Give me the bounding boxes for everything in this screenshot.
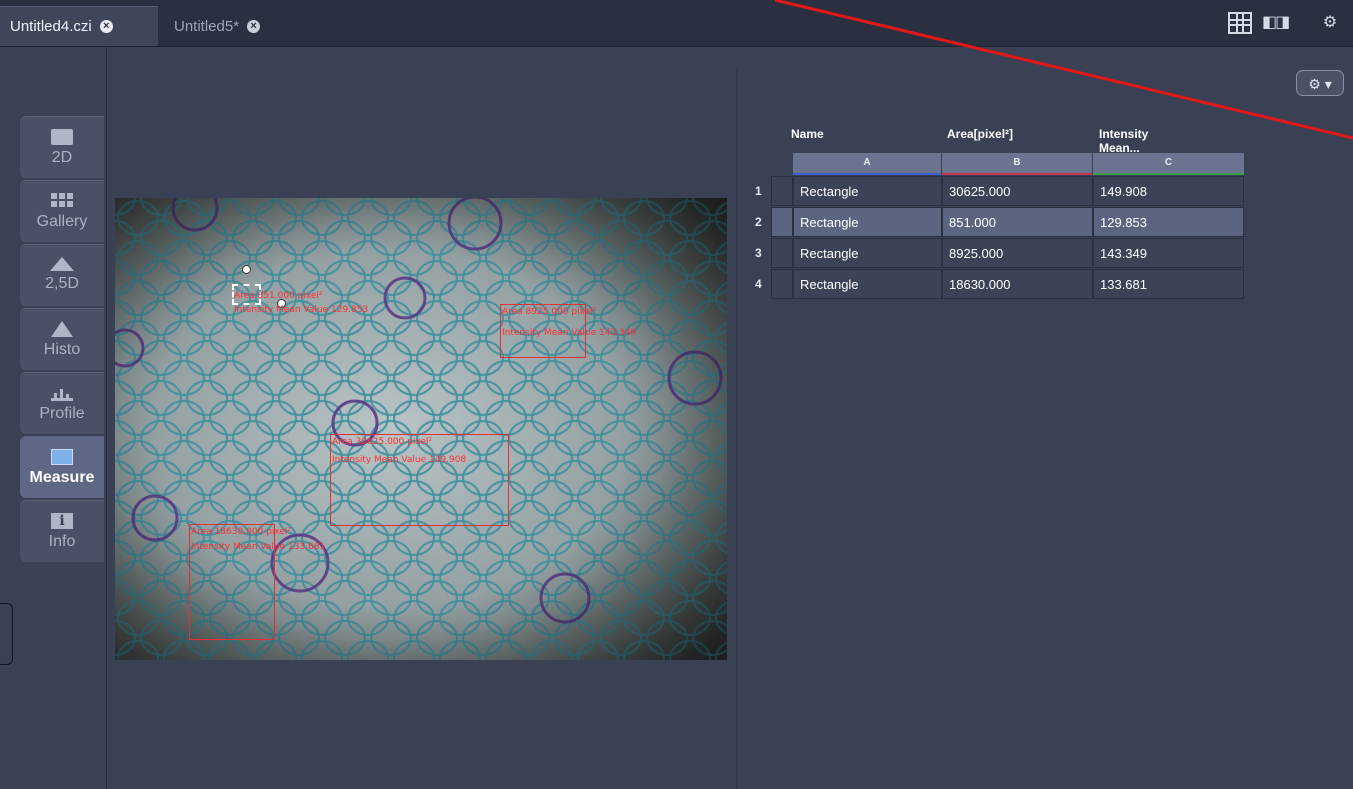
row-number: 2 xyxy=(755,215,762,229)
settings-dropdown-button[interactable]: ⚙ ▾ xyxy=(1296,70,1344,96)
row-number: 1 xyxy=(755,184,762,198)
cell-name[interactable]: Rectangle xyxy=(793,238,942,268)
row-selector[interactable] xyxy=(771,207,793,237)
cell-area[interactable]: 18630.000 xyxy=(942,269,1093,299)
cell-name[interactable]: Rectangle xyxy=(793,269,942,299)
panel-collapse-handle[interactable] xyxy=(0,603,13,665)
gear-icon[interactable]: ⚙ xyxy=(1318,12,1342,34)
table-row[interactable]: 2 Rectangle 851.000 129.853 xyxy=(751,207,1244,237)
roi-label-intensity: Intensity Mean Value 149.908 xyxy=(332,455,467,465)
row-number: 4 xyxy=(755,277,762,291)
view-tab-rail: 2D Gallery 2,5D Histo Profile Measure i … xyxy=(0,46,107,789)
view-tab-measure[interactable]: Measure xyxy=(20,436,104,498)
profile-icon xyxy=(51,385,73,401)
column-header-area[interactable]: Area[pixel²] xyxy=(947,127,1013,141)
column-header-intensity[interactable]: Intensity Mean... xyxy=(1099,127,1148,155)
cell-name[interactable]: Rectangle xyxy=(793,176,942,206)
grid-layout-icon[interactable] xyxy=(1228,12,1252,34)
histogram-icon xyxy=(51,321,73,337)
view-tab-histo[interactable]: Histo xyxy=(20,308,104,370)
cell-area[interactable]: 8925.000 xyxy=(942,238,1093,268)
view-tab-gallery[interactable]: Gallery xyxy=(20,180,104,242)
row-number: 3 xyxy=(755,246,762,260)
roi-label-area: Area 18630.000 pixel² xyxy=(191,527,292,537)
surface-25d-icon xyxy=(50,257,74,271)
row-selector[interactable] xyxy=(771,269,793,299)
view-tab-label: Info xyxy=(48,533,76,550)
view-tab-label: 2,5D xyxy=(45,275,79,292)
table-row[interactable]: 3 Rectangle 8925.000 143.349 xyxy=(751,238,1244,268)
view-tab-profile[interactable]: Profile xyxy=(20,372,104,434)
row-selector[interactable] xyxy=(771,238,793,268)
cell-intensity[interactable]: 129.853 xyxy=(1093,207,1244,237)
column-letter-c[interactable]: C xyxy=(1093,153,1244,175)
roi-label-intensity: Intensity Mean Value 143.349 xyxy=(502,328,637,338)
measure-icon xyxy=(51,449,73,465)
info-icon: i xyxy=(51,513,73,529)
view-tab-2d[interactable]: 2D xyxy=(20,116,104,178)
document-tab-bar: Untitled4.czi × Untitled5* × ◧◨ ⚙ xyxy=(0,0,1353,47)
view-tab-label: Measure xyxy=(29,469,95,486)
row-selector[interactable] xyxy=(771,176,793,206)
cell-intensity[interactable]: 149.908 xyxy=(1093,176,1244,206)
tab-untitled4[interactable]: Untitled4.czi × xyxy=(0,6,158,46)
cell-intensity[interactable]: 143.349 xyxy=(1093,238,1244,268)
cell-name[interactable]: Rectangle xyxy=(793,207,942,237)
roi-label-intensity: Intensity Mean Value 133.681 xyxy=(191,542,326,552)
cell-area[interactable]: 851.000 xyxy=(942,207,1093,237)
cell-area[interactable]: 30625.000 xyxy=(942,176,1093,206)
column-letter-a[interactable]: A xyxy=(793,153,941,175)
roi-label-area: Area 8925.000 pixel² xyxy=(502,307,597,317)
panel-divider[interactable] xyxy=(736,68,738,789)
image-2d-icon xyxy=(51,129,73,145)
tab-label: Untitled5* xyxy=(174,17,240,35)
tab-untitled5[interactable]: Untitled5* × xyxy=(164,6,300,46)
column-header-name[interactable]: Name xyxy=(791,127,824,141)
view-tab-label: Gallery xyxy=(36,213,88,230)
close-icon[interactable]: × xyxy=(247,19,261,33)
table-row[interactable]: 1 Rectangle 30625.000 149.908 xyxy=(751,176,1244,206)
view-tab-label: Histo xyxy=(43,341,81,358)
view-tab-label: 2D xyxy=(51,149,73,166)
split-view-icon[interactable]: ◧◨ xyxy=(1262,12,1290,34)
column-letter-b[interactable]: B xyxy=(942,153,1092,175)
gallery-icon xyxy=(51,193,73,209)
roi-label-area: Area 851.000 pixel² xyxy=(234,291,323,301)
roi-label-intensity: Intensity Mean Value 129.853 xyxy=(234,305,369,315)
microscopy-image[interactable]: Area 851.000 pixel² Intensity Mean Value… xyxy=(115,198,727,660)
roi-handle[interactable] xyxy=(242,265,251,274)
table-row[interactable]: 4 Rectangle 18630.000 133.681 xyxy=(751,269,1244,299)
tab-label: Untitled4.czi xyxy=(10,18,92,35)
view-tab-25d[interactable]: 2,5D xyxy=(20,244,104,306)
close-icon[interactable]: × xyxy=(99,20,113,33)
cell-intensity[interactable]: 133.681 xyxy=(1093,269,1244,299)
view-tab-info[interactable]: i Info xyxy=(20,500,104,562)
view-tab-label: Profile xyxy=(39,405,85,422)
roi-label-area: Area 30625.000 pixel² xyxy=(332,437,433,447)
